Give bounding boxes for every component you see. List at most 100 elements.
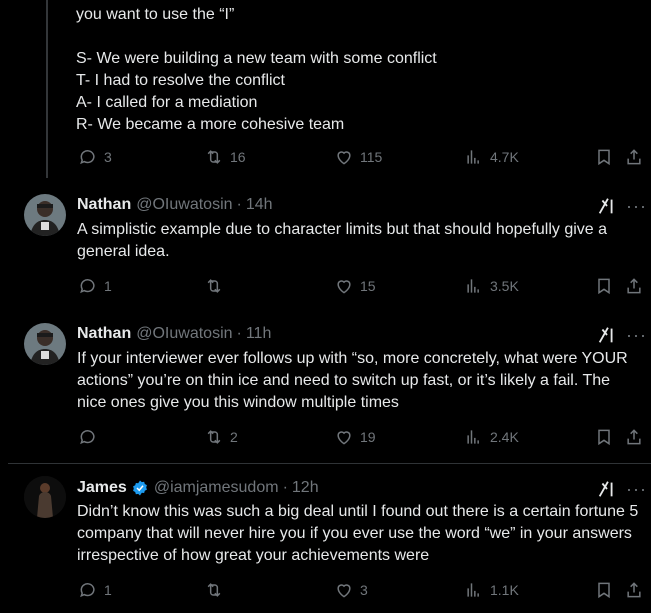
views-button[interactable]: 2.4K	[464, 427, 519, 447]
post-text-line: A- I called for a mediation	[76, 94, 258, 111]
reply-icon	[80, 150, 95, 165]
post-text: Didn’t know this was such a big deal unt…	[77, 503, 639, 564]
repost-icon	[207, 150, 221, 164]
heart-icon	[337, 280, 351, 294]
more-options-icon[interactable]: ···	[626, 479, 647, 500]
bookmark-button[interactable]	[594, 276, 614, 296]
post-time[interactable]: 14h	[246, 196, 273, 214]
like-button[interactable]: 15	[334, 276, 376, 296]
grok-icon[interactable]	[596, 195, 618, 217]
reply-icon	[80, 279, 95, 294]
post-text: you want to use the “I” S- We were build…	[76, 4, 636, 136]
author-name[interactable]: Nathan	[77, 196, 131, 214]
reply-button[interactable]: 1	[78, 580, 112, 600]
bookmark-button[interactable]	[594, 427, 614, 447]
post-time[interactable]: 11h	[246, 325, 272, 343]
share-icon	[627, 278, 641, 294]
avatar[interactable]	[24, 476, 66, 518]
post-text-line: S- We were building a new team with some…	[76, 50, 437, 67]
heart-icon	[337, 431, 351, 445]
views-button[interactable]: 3.5K	[464, 276, 519, 296]
bookmark-icon	[598, 429, 610, 446]
bookmark-button[interactable]	[594, 147, 614, 167]
author-handle[interactable]: @OIuwatosin	[136, 196, 232, 214]
separator-dot: ·	[236, 196, 242, 213]
reply-icon	[80, 583, 95, 598]
repost-icon	[207, 583, 221, 597]
like-button[interactable]: 115	[334, 147, 382, 167]
post-action-bar: 1 15 3.5K	[76, 276, 651, 300]
views-count: 3.5K	[490, 278, 519, 294]
repost-button[interactable]: 2	[204, 427, 238, 447]
reply-button[interactable]	[78, 427, 104, 447]
reply-count: 1	[104, 582, 112, 598]
post-top-actions: ···	[596, 478, 647, 500]
separator-dot: ·	[236, 325, 242, 342]
post-header: Nathan @OIuwatosin · 11h	[77, 323, 271, 345]
share-button[interactable]	[624, 147, 644, 167]
avatar[interactable]	[24, 323, 66, 365]
like-count: 3	[360, 582, 368, 598]
post-text-line: you want to use the “I”	[76, 6, 235, 23]
views-count: 1.1K	[490, 582, 519, 598]
post-top-actions: ···	[596, 324, 647, 346]
like-count: 19	[360, 429, 376, 445]
views-count: 2.4K	[490, 429, 519, 445]
post-header: Nathan @OIuwatosin · 14h	[77, 194, 273, 216]
share-icon	[627, 429, 641, 445]
reply-button[interactable]: 3	[78, 147, 112, 167]
repost-button[interactable]: 16	[204, 147, 246, 167]
repost-icon	[207, 430, 221, 444]
post-text-line: R- We became a more cohesive team	[76, 116, 345, 133]
repost-button[interactable]	[204, 276, 230, 296]
heart-icon	[337, 151, 351, 165]
post-text: If your interviewer ever follows up with…	[77, 350, 628, 411]
separator-dot: ·	[282, 479, 288, 496]
post-time[interactable]: 12h	[292, 479, 319, 497]
repost-count: 16	[230, 149, 246, 165]
verified-badge-icon	[131, 479, 149, 497]
post-header: James @iamjamesudom · 12h	[77, 477, 319, 499]
thread-connector-line	[46, 0, 48, 178]
reply-count: 3	[104, 149, 112, 165]
post-text-line	[76, 26, 636, 48]
reply-button[interactable]: 1	[78, 276, 112, 296]
like-button[interactable]: 19	[334, 427, 376, 447]
heart-icon	[337, 584, 351, 598]
divider	[8, 463, 651, 464]
share-icon	[627, 582, 641, 598]
views-count: 4.7K	[490, 149, 519, 165]
post-text: A simplistic example due to character li…	[77, 221, 608, 260]
bookmark-icon	[598, 582, 610, 599]
post-action-bar: 1 3 1.1K	[76, 580, 651, 604]
views-icon	[467, 430, 479, 444]
share-button[interactable]	[624, 276, 644, 296]
share-button[interactable]	[624, 427, 644, 447]
more-options-icon[interactable]: ···	[626, 196, 647, 217]
like-button[interactable]: 3	[334, 580, 368, 600]
reply-count: 1	[104, 278, 112, 294]
post-text-line: T- I had to resolve the conflict	[76, 72, 285, 89]
more-options-icon[interactable]: ···	[626, 325, 647, 346]
bookmark-button[interactable]	[594, 580, 614, 600]
author-name[interactable]: James	[77, 479, 127, 497]
post-action-bar: 3 16 115 4.7K	[76, 147, 651, 171]
author-name[interactable]: Nathan	[77, 325, 131, 343]
like-count: 115	[360, 149, 383, 165]
repost-button[interactable]	[204, 580, 230, 600]
grok-icon[interactable]	[596, 478, 618, 500]
like-count: 15	[360, 278, 376, 294]
post-action-bar: 2 19 2.4K	[76, 427, 651, 451]
author-handle[interactable]: @iamjamesudom	[154, 479, 279, 497]
avatar[interactable]	[24, 194, 66, 236]
post-top-actions: ···	[596, 195, 647, 217]
views-icon	[467, 279, 479, 293]
views-button[interactable]: 1.1K	[464, 580, 519, 600]
share-button[interactable]	[624, 580, 644, 600]
share-icon	[627, 149, 641, 165]
grok-icon[interactable]	[596, 324, 618, 346]
views-icon	[467, 583, 479, 597]
author-handle[interactable]: @OIuwatosin	[136, 325, 232, 343]
reply-icon	[80, 430, 95, 445]
views-button[interactable]: 4.7K	[464, 147, 519, 167]
